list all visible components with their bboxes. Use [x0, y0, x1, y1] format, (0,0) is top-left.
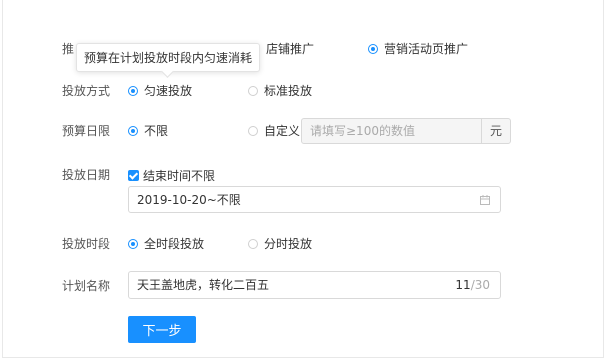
radio-budget-custom[interactable]: 自定义	[248, 123, 300, 139]
radio-even-delivery[interactable]: 匀速投放	[128, 83, 192, 99]
radio-label: 自定义	[264, 124, 301, 138]
budget-input[interactable]: 请填写≥100的数值	[302, 119, 481, 143]
checkbox-label: 结束时间不限	[143, 169, 216, 183]
radio-dot	[128, 126, 138, 136]
radio-campaign-page-promo[interactable]: 营销活动页推广	[368, 41, 468, 57]
radio-full-time[interactable]: 全时段投放	[128, 236, 204, 252]
radio-dot	[248, 86, 258, 96]
radio-dot	[368, 44, 378, 54]
radio-standard-delivery[interactable]: 标准投放	[248, 83, 312, 99]
char-count-current: 11	[455, 278, 471, 292]
plan-name-input[interactable]: 天王盖地虎，转化二百五 11/30	[128, 271, 501, 299]
time-slot-label: 投放时段	[62, 237, 111, 251]
date-range-input[interactable]: 2019-10-20~不限	[128, 186, 501, 213]
radio-label: 不限	[144, 124, 169, 138]
radio-label: 店铺推广	[266, 42, 315, 56]
plan-name-label: 计划名称	[62, 279, 111, 293]
radio-time-sharing[interactable]: 分时投放	[248, 236, 312, 252]
plan-name-value: 天王盖地虎，转化二百五	[137, 278, 270, 292]
budget-input-group: 请填写≥100的数值 元	[301, 118, 511, 144]
radio-budget-unlimited[interactable]: 不限	[128, 123, 168, 139]
radio-label: 全时段投放	[144, 237, 205, 251]
char-count-max: /30	[470, 278, 490, 292]
tooltip-text: 预算在计划投放时段内匀速消耗	[83, 51, 252, 65]
delivery-date-label: 投放日期	[62, 168, 111, 182]
checkbox-box	[128, 170, 139, 181]
tooltip: 预算在计划投放时段内匀速消耗	[76, 43, 260, 78]
radio-dot	[128, 239, 138, 249]
calendar-icon	[480, 195, 490, 205]
char-counter: 11/30	[455, 272, 490, 298]
radio-dot	[128, 86, 138, 96]
radio-dot	[248, 239, 258, 249]
promo-type-label: 推	[62, 42, 75, 56]
radio-dot	[248, 126, 258, 136]
no-end-time-checkbox[interactable]: 结束时间不限	[128, 167, 215, 184]
radio-label: 匀速投放	[144, 84, 193, 98]
next-step-button[interactable]: 下一步	[128, 316, 196, 343]
date-range-value: 2019-10-20~不限	[137, 193, 241, 207]
budget-unit: 元	[481, 119, 510, 143]
delivery-mode-label: 投放方式	[62, 84, 111, 98]
radio-label: 分时投放	[264, 237, 313, 251]
radio-label: 营销活动页推广	[384, 42, 469, 56]
budget-limit-label: 预算日限	[62, 124, 111, 138]
radio-label: 标准投放	[264, 84, 313, 98]
